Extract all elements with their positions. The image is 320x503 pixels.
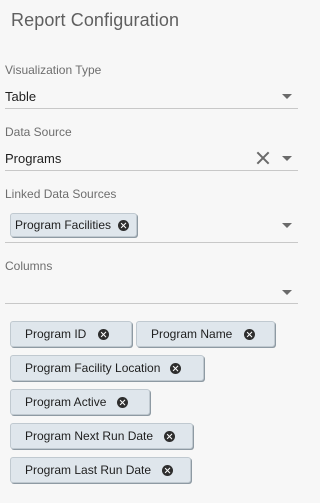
remove-chip-icon[interactable] [98, 328, 110, 340]
remove-chip-icon[interactable] [164, 430, 176, 442]
chip-label: Program Name [151, 327, 233, 341]
remove-chip-icon[interactable] [170, 362, 182, 374]
column-chip: Program ID [10, 321, 132, 347]
chevron-down-icon[interactable] [282, 94, 292, 99]
visualization-type-value: Table [5, 89, 37, 104]
columns-select[interactable] [5, 280, 298, 304]
column-chip: Program Name [136, 321, 275, 347]
column-chip: Program Active [10, 389, 150, 415]
chip-label: Program Facilities [15, 218, 112, 232]
column-chip: Program Facility Location [10, 355, 204, 381]
chip-label: Program Next Run Date [25, 429, 154, 443]
data-source-select[interactable]: Programs [5, 148, 298, 171]
chip-label: Program Last Run Date [25, 463, 152, 477]
chevron-down-icon[interactable] [282, 156, 292, 161]
remove-chip-icon[interactable] [118, 219, 130, 231]
clear-icon[interactable] [256, 151, 270, 165]
columns-label: Columns [5, 259, 53, 273]
visualization-type-select[interactable]: Table [5, 86, 298, 109]
remove-chip-icon[interactable] [117, 396, 129, 408]
data-source-label: Data Source [5, 125, 72, 139]
linked-data-sources-select[interactable]: Program Facilities [5, 207, 298, 243]
chevron-down-icon[interactable] [282, 290, 292, 295]
linked-data-sources-label: Linked Data Sources [5, 187, 117, 201]
page-title: Report Configuration [11, 10, 180, 30]
visualization-type-label: Visualization Type [5, 63, 102, 77]
remove-chip-icon[interactable] [162, 464, 174, 476]
chip-label: Program ID [25, 327, 87, 341]
chip-label: Program Active [25, 395, 107, 409]
column-chip: Program Last Run Date [10, 457, 191, 483]
chevron-down-icon[interactable] [282, 223, 292, 228]
column-chip: Program Next Run Date [10, 423, 193, 449]
remove-chip-icon[interactable] [244, 328, 256, 340]
data-source-value: Programs [5, 151, 62, 166]
chip-label: Program Facility Location [25, 361, 161, 375]
linked-source-chip: Program Facilities [10, 213, 137, 237]
